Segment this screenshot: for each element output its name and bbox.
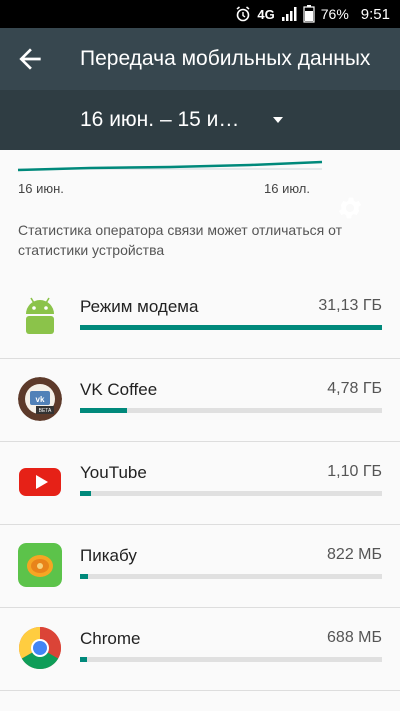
usage-bar-fill [80,408,127,413]
chart-start-label: 16 июн. [18,181,64,196]
network-type: 4G [257,6,275,22]
period-bar: 16 июн. – 15 июл. [0,90,400,219]
vk-coffee-icon: vk BETA [18,377,62,421]
app-name: VK Coffee [80,380,158,399]
app-bar: Передача мобильных данных [0,28,400,90]
android-icon [18,294,62,338]
app-usage-size: 1,10 ГБ [327,463,382,480]
usage-bar-fill [80,325,382,330]
app-row-vk-coffee[interactable]: vk BETA VK Coffee 4,78 ГБ [0,359,400,442]
status-bar: 4G 76% 9:51 [0,0,400,28]
app-row-hotspot[interactable]: Режим модема 31,13 ГБ [0,276,400,359]
app-name: YouTube [80,463,147,482]
dropdown-arrow-icon[interactable] [270,112,286,128]
svg-text:BETA: BETA [39,408,52,414]
app-row-pikabu[interactable]: Пикабу 822 МБ [0,525,400,608]
pikabu-icon [18,543,62,587]
chrome-icon [18,626,62,670]
clock: 9:51 [360,5,390,23]
app-usage-list: Режим модема 31,13 ГБ vk BETA VK Coffee … [0,276,400,691]
alarm-icon [236,6,250,22]
battery-level: 76% [320,6,349,22]
app-usage-size: 688 МБ [327,629,382,646]
usage-bar-fill [80,491,91,496]
usage-bar-track [80,325,382,330]
period-selector[interactable]: 16 июн. – 15 июл. [80,90,245,150]
app-name: Режим модема [80,297,199,316]
usage-bar-track [80,574,382,579]
app-row-youtube[interactable]: YouTube 1,10 ГБ [0,442,400,525]
battery-icon [303,5,315,23]
usage-chart [0,150,400,210]
page-title: Передача мобильных данных [80,47,371,70]
back-arrow-icon[interactable] [14,43,46,75]
usage-bar-fill [80,657,87,662]
status-icons: 4G 76% 9:51 [235,0,390,28]
youtube-icon [18,460,62,504]
usage-bar-track [80,408,382,413]
usage-bar-fill [80,574,88,579]
signal-icon [281,7,297,21]
svg-text:vk: vk [36,395,45,404]
app-usage-size: 822 МБ [327,546,382,563]
app-usage-size: 31,13 ГБ [318,297,382,314]
chart-end-label: 16 июл. [264,181,310,196]
carrier-note: Статистика оператора связи может отличат… [18,222,342,258]
usage-bar-track [80,491,382,496]
app-name: Пикабу [80,546,137,565]
app-row-chrome[interactable]: Chrome 688 МБ [0,608,400,691]
usage-bar-track [80,657,382,662]
app-name: Chrome [80,629,141,648]
app-usage-size: 4,78 ГБ [327,380,382,397]
